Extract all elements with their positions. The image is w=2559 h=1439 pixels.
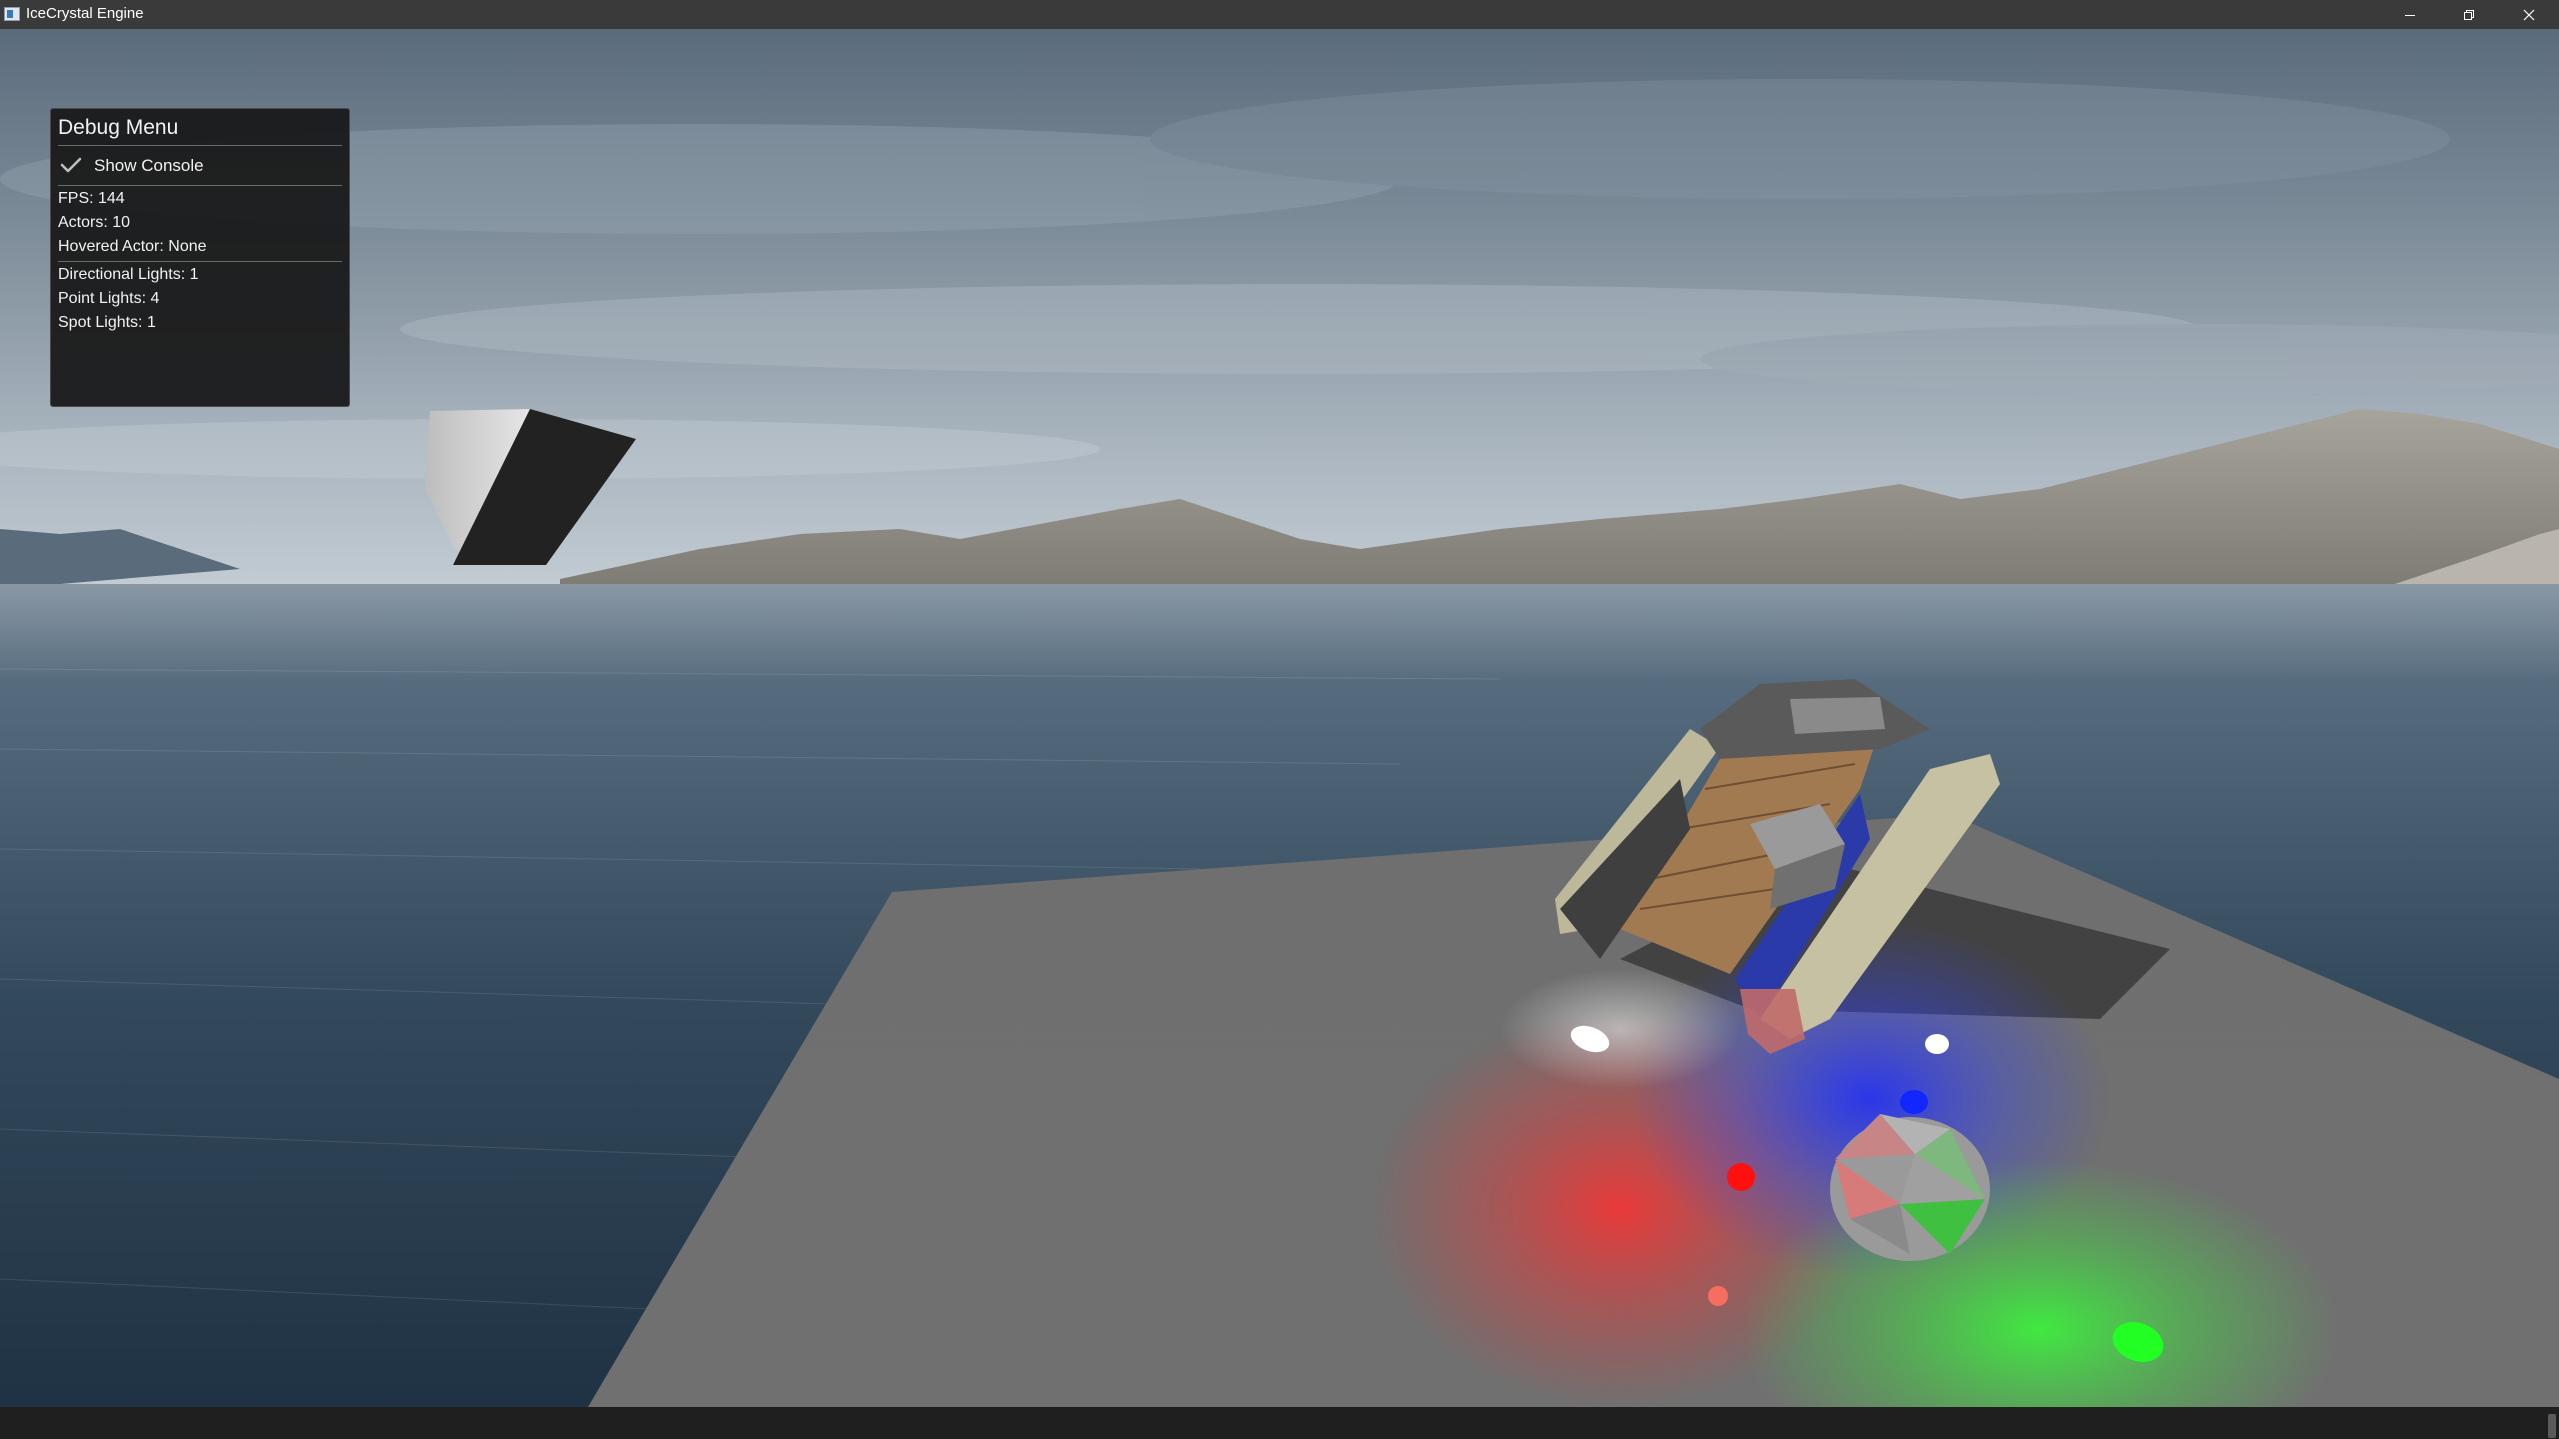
- minimize-icon: [2405, 14, 2415, 16]
- white-light-glow: [1500, 969, 1740, 1089]
- app-window-icon: [4, 7, 20, 21]
- app-window: IceCrystal Engine Debug Menu Show Consol…: [0, 0, 2559, 1439]
- title-bar[interactable]: IceCrystal Engine: [0, 0, 2559, 29]
- close-button[interactable]: [2500, 0, 2558, 29]
- debug-menu-panel[interactable]: Debug Menu Show Console FPS: 144 Actors:…: [50, 108, 350, 407]
- hovered-actor-stat: Hovered Actor: None: [58, 238, 207, 255]
- scene-viewport[interactable]: Debug Menu Show Console FPS: 144 Actors:…: [0, 29, 2559, 1407]
- debug-menu-title: Debug Menu: [58, 116, 179, 139]
- divider: [58, 145, 342, 146]
- show-console-checkbox[interactable]: Show Console: [58, 149, 342, 181]
- restore-button[interactable]: [2440, 0, 2498, 29]
- fps-stat: FPS: 144: [58, 190, 125, 207]
- window-title: IceCrystal Engine: [26, 5, 144, 22]
- directional-lights-stat: Directional Lights: 1: [58, 266, 199, 283]
- divider: [58, 185, 342, 186]
- actors-stat: Actors: 10: [58, 214, 131, 231]
- show-console-label: Show Console: [94, 156, 204, 175]
- point-lights-stat: Point Lights: 4: [58, 290, 160, 307]
- restore-icon: [2464, 9, 2474, 20]
- scene-render[interactable]: [0, 29, 2559, 1407]
- red-light-marker[interactable]: [1727, 1163, 1755, 1191]
- minimize-button[interactable]: [2381, 0, 2439, 29]
- scrollbar-grip[interactable]: [2548, 1414, 2556, 1438]
- divider: [58, 261, 342, 262]
- close-icon: [2523, 9, 2535, 20]
- red-spot-hotspot: [1708, 1286, 1728, 1306]
- white-light-marker-right[interactable]: [1925, 1034, 1949, 1054]
- checkmark-icon: [60, 157, 82, 173]
- blue-light-marker[interactable]: [1900, 1090, 1928, 1114]
- spot-lights-stat: Spot Lights: 1: [58, 314, 156, 331]
- bottom-bar: [0, 1407, 2559, 1439]
